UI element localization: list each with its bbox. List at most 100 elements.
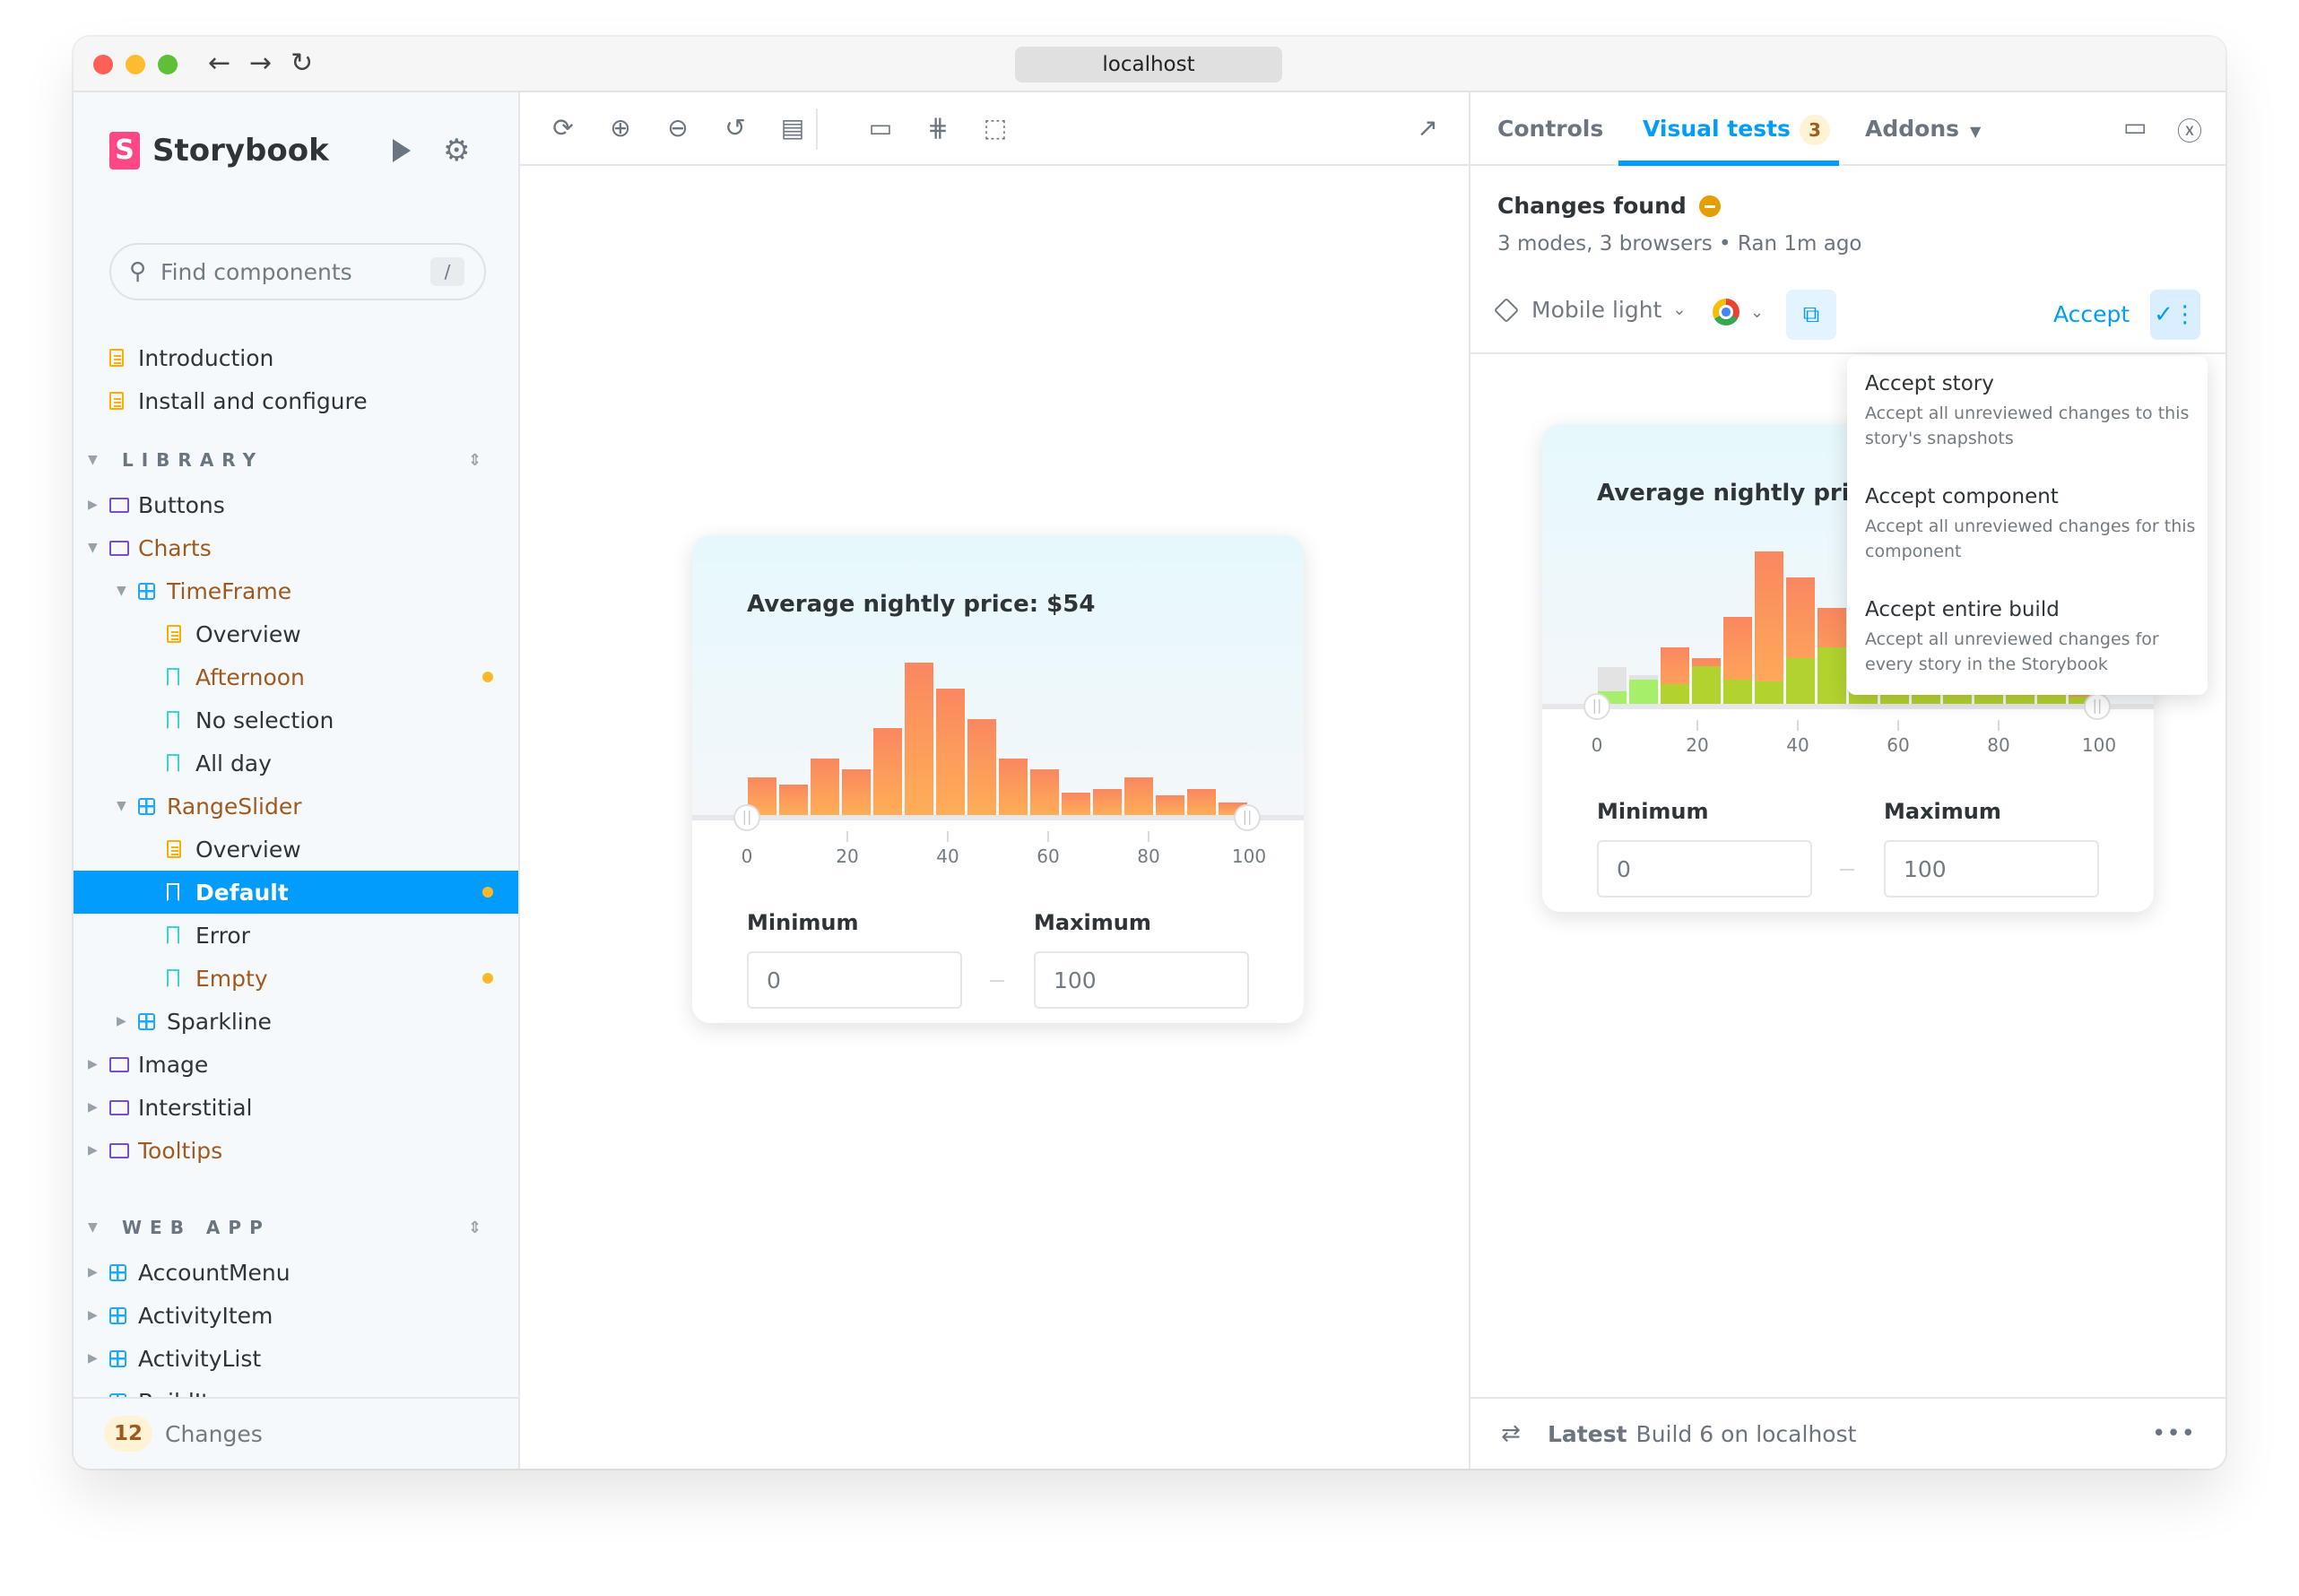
mode-select[interactable]: Mobile light ⌄ — [1493, 297, 1686, 323]
sidebar-item[interactable]: No selection — [74, 698, 518, 742]
tab-visual-tests[interactable]: Visual tests 3 — [1643, 92, 1830, 166]
sidebar-item[interactable]: ▶ Buttons — [74, 483, 518, 526]
storybook-brand[interactable]: S Storybook — [109, 132, 329, 169]
more-options-icon[interactable]: ••• — [2152, 1420, 2196, 1447]
menu-item-description: Accept all unreviewed changes for this c… — [1865, 516, 2196, 561]
close-panel-icon[interactable]: ⓧ — [2177, 112, 2202, 148]
play-icon[interactable] — [393, 139, 411, 162]
slider-min-handle[interactable]: || — [733, 804, 760, 831]
address-bar[interactable]: localhost — [1015, 47, 1282, 82]
caret-right-icon[interactable]: ▶ — [88, 498, 98, 512]
close-window-button[interactable] — [93, 55, 113, 74]
menu-item-accept-story[interactable]: Accept story Accept all unreviewed chang… — [1865, 370, 2197, 451]
sidebar-item[interactable]: ▶ Sparkline — [74, 1000, 518, 1043]
accept-menu-button[interactable]: ✓⋮ — [2150, 290, 2200, 340]
sidebar-item[interactable]: Default — [74, 871, 518, 914]
sidebar-item[interactable]: ▶ Tooltips — [74, 1129, 518, 1172]
zoom-in-icon[interactable]: ⊕ — [604, 112, 637, 144]
sidebar-item[interactable]: Afternoon — [74, 655, 518, 698]
search-input[interactable] — [160, 258, 421, 285]
sidebar-item[interactable]: Overview — [74, 612, 518, 655]
doc-icon — [167, 840, 181, 858]
sidebar-item[interactable]: Introduction — [74, 336, 518, 379]
sidebar-item[interactable]: ▼ Charts — [74, 526, 518, 569]
caret-down-icon[interactable]: ▼ — [88, 1220, 106, 1235]
expand-collapse-icon[interactable]: ⇕ — [468, 1219, 481, 1237]
range-separator — [1840, 869, 1854, 871]
x-axis-tick — [1797, 720, 1799, 731]
caret-right-icon[interactable]: ▶ — [88, 1308, 98, 1323]
reset-zoom-icon[interactable]: ↺ — [719, 112, 751, 144]
zoom-out-icon[interactable]: ⊖ — [662, 112, 694, 144]
sidebar-item[interactable]: ▼ RangeSlider — [74, 785, 518, 828]
sidebar-item[interactable]: ▶ ActivityItem — [74, 1294, 518, 1337]
sidebar-item-label: Install and configure — [138, 387, 368, 414]
histogram-bar — [1187, 789, 1216, 815]
tab-addons[interactable]: Addons ▼ — [1865, 92, 1981, 166]
menu-item-accept-build[interactable]: Accept entire build Accept all unreviewe… — [1865, 596, 2197, 677]
sidebar-item[interactable]: ▶ Interstitial — [74, 1086, 518, 1129]
sidebar-item[interactable]: Overview — [74, 828, 518, 871]
menu-item-accept-component[interactable]: Accept component Accept all unreviewed c… — [1865, 483, 2197, 564]
sidebar-item[interactable]: Empty — [74, 957, 518, 1000]
sidebar-item[interactable]: Install and configure — [74, 379, 518, 422]
caret-down-icon[interactable]: ▼ — [88, 453, 106, 467]
sidebar-item[interactable]: ▶ Image — [74, 1043, 518, 1086]
search-box[interactable]: ⚲ / — [109, 243, 486, 300]
sidebar-item-label: Interstitial — [138, 1094, 253, 1121]
folder-icon — [109, 1142, 129, 1158]
sidebar-item[interactable]: All day — [74, 742, 518, 785]
slider-max-handle[interactable]: || — [1234, 804, 1261, 831]
sidebar-item[interactable]: Error — [74, 914, 518, 957]
x-axis-tick — [846, 831, 848, 842]
minimum-input[interactable] — [747, 951, 962, 1009]
sidebar-item-label: Introduction — [138, 344, 274, 371]
panel-position-icon[interactable]: ▭ — [2123, 112, 2147, 142]
x-axis-tick-label: 0 — [1591, 734, 1603, 756]
outline-icon[interactable]: ⬚ — [979, 112, 1011, 144]
x-axis-tick — [947, 831, 949, 842]
caret-down-icon[interactable]: ▼ — [117, 584, 126, 598]
reload-icon[interactable]: ↻ — [291, 46, 313, 82]
switch-build-icon[interactable]: ⇄ — [1501, 1420, 1521, 1447]
viewport-icon[interactable]: ▭ — [864, 112, 897, 144]
sidebar-item[interactable]: ▼ TimeFrame — [74, 569, 518, 612]
histogram-bar — [1124, 776, 1153, 815]
caret-right-icon[interactable]: ▶ — [88, 1143, 98, 1158]
sidebar-item-label: Buttons — [138, 491, 225, 518]
caret-down-icon[interactable]: ▼ — [88, 541, 98, 555]
background-icon[interactable]: ▤ — [776, 112, 809, 144]
sidebar-section-header[interactable]: ▼ LIBRARY ⇕ — [74, 442, 518, 478]
grid-icon[interactable]: ⋕ — [922, 112, 954, 144]
accept-button[interactable]: Accept — [2053, 290, 2130, 340]
histogram-bar — [1093, 789, 1122, 815]
sidebar-item[interactable]: ▶ AccountMenu — [74, 1251, 518, 1294]
arrow-left-icon[interactable]: ← — [208, 46, 230, 82]
gear-icon[interactable]: ⚙ — [443, 134, 470, 168]
caret-right-icon[interactable]: ▶ — [117, 1014, 126, 1028]
caret-right-icon[interactable]: ▶ — [88, 1351, 98, 1366]
minimize-window-button[interactable] — [126, 55, 145, 74]
caret-right-icon[interactable]: ▶ — [88, 1057, 98, 1071]
diff-toggle-button[interactable]: ⧉ — [1786, 290, 1836, 340]
tab-controls[interactable]: Controls — [1497, 92, 1603, 166]
slider-track[interactable] — [692, 815, 1304, 820]
expand-collapse-icon[interactable]: ⇕ — [468, 451, 481, 470]
arrow-right-icon[interactable]: → — [249, 46, 272, 82]
histogram-bar — [999, 759, 1028, 815]
folder-icon — [109, 1099, 129, 1115]
sidebar-section-header[interactable]: ▼ WEB APP ⇕ — [74, 1210, 518, 1245]
caret-down-icon[interactable]: ▼ — [117, 799, 126, 813]
sidebar-item[interactable]: ▶ ActivityList — [74, 1337, 518, 1380]
changes-footer[interactable]: 12 Changes — [74, 1397, 518, 1469]
build-label: Build 6 on localhost — [1635, 1420, 1857, 1447]
changes-count-badge: 12 — [104, 1416, 152, 1452]
open-external-icon[interactable]: ↗ — [1411, 112, 1444, 144]
maximize-window-button[interactable] — [158, 55, 178, 74]
maximum-input[interactable] — [1034, 951, 1249, 1009]
caret-right-icon[interactable]: ▶ — [88, 1100, 98, 1115]
remount-icon[interactable]: ⟳ — [547, 112, 579, 144]
browser-select[interactable]: ⌄ — [1713, 299, 1764, 325]
caret-right-icon[interactable]: ▶ — [88, 1265, 98, 1279]
accept-dropdown-menu: Accept story Accept all unreviewed chang… — [1847, 356, 2208, 695]
